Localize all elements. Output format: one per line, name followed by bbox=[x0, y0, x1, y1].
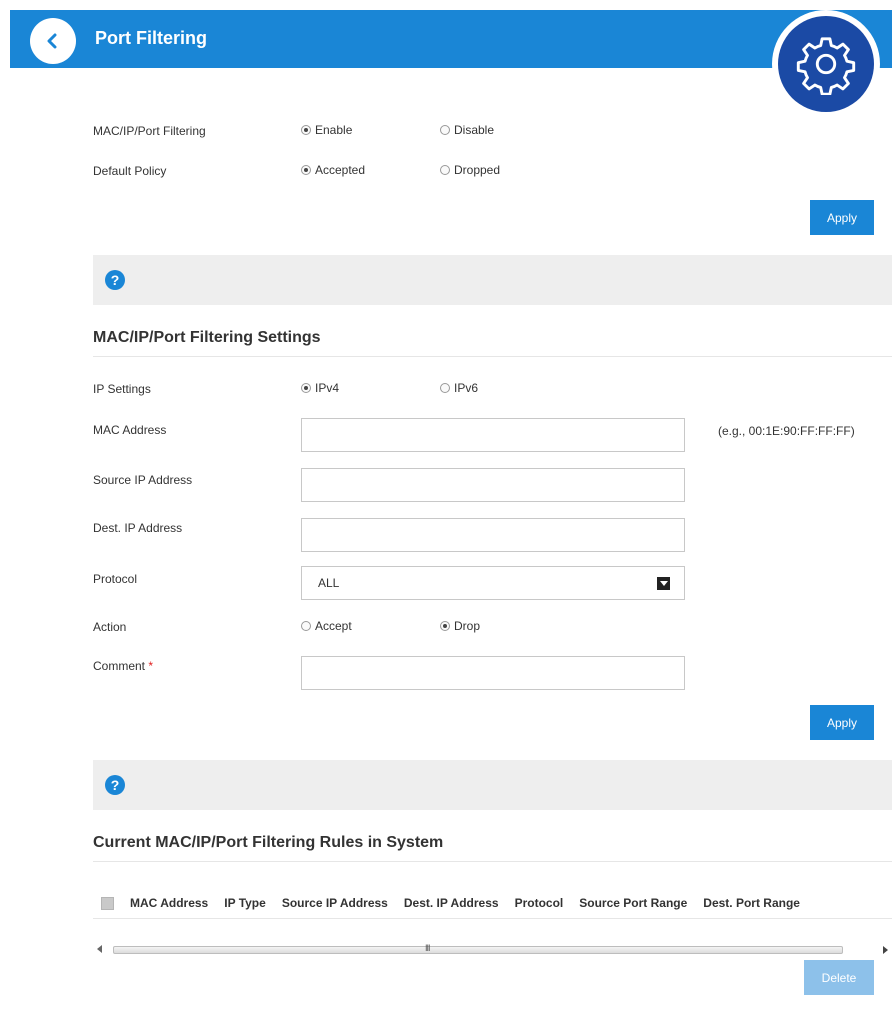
chevron-left-icon bbox=[47, 33, 57, 49]
mac-address-hint: (e.g., 00:1E:90:FF:FF:FF) bbox=[718, 424, 855, 438]
scroll-grip[interactable]: III bbox=[425, 943, 430, 953]
settings-badge bbox=[772, 10, 880, 118]
rules-section-title: Current MAC/IP/Port Filtering Rules in S… bbox=[93, 834, 444, 851]
gear-icon bbox=[796, 37, 856, 95]
radio-unchecked-icon bbox=[440, 125, 450, 135]
filtering-label: MAC/IP/Port Filtering bbox=[93, 124, 206, 138]
action-drop-radio[interactable]: Drop bbox=[440, 619, 480, 633]
help-icon[interactable]: ? bbox=[105, 270, 125, 290]
help-bar-rules: ? bbox=[93, 760, 892, 810]
action-drop-label: Drop bbox=[454, 619, 481, 633]
scroll-track[interactable] bbox=[113, 946, 843, 954]
filtering-enable-label: Enable bbox=[315, 123, 353, 137]
source-ip-label: Source IP Address bbox=[93, 473, 193, 487]
dest-ip-input[interactable] bbox=[301, 518, 685, 552]
column-header-dest-ip: Dest. IP Address bbox=[403, 896, 499, 910]
column-header-mac: MAC Address bbox=[130, 896, 209, 910]
apply-button-settings[interactable]: Apply bbox=[810, 705, 874, 740]
source-ip-input[interactable] bbox=[301, 468, 685, 502]
horizontal-scrollbar[interactable]: III bbox=[93, 943, 892, 957]
ip-settings-label: IP Settings bbox=[93, 382, 151, 396]
dest-ip-label: Dest. IP Address bbox=[93, 521, 183, 535]
section-divider bbox=[93, 356, 892, 357]
table-divider bbox=[93, 918, 892, 919]
mac-address-label: MAC Address bbox=[93, 423, 167, 437]
required-marker: * bbox=[148, 659, 154, 673]
radio-unchecked-icon bbox=[301, 621, 311, 631]
filtering-enable-radio[interactable]: Enable bbox=[301, 123, 352, 137]
comment-input[interactable] bbox=[301, 656, 685, 690]
column-header-source-ip: Source IP Address bbox=[281, 896, 388, 910]
policy-accepted-radio[interactable]: Accepted bbox=[301, 163, 365, 177]
section-divider bbox=[93, 861, 892, 862]
radio-unchecked-icon bbox=[440, 165, 450, 175]
policy-accepted-label: Accepted bbox=[315, 163, 366, 177]
protocol-select[interactable]: ALL bbox=[301, 566, 685, 600]
comment-label-text: Comment bbox=[93, 659, 146, 673]
column-header-ip-type: IP Type bbox=[224, 896, 266, 910]
radio-unchecked-icon bbox=[440, 383, 450, 393]
back-button[interactable] bbox=[30, 18, 76, 64]
radio-checked-icon bbox=[301, 125, 311, 135]
comment-label: Comment * bbox=[93, 659, 153, 673]
rules-table-header: MAC Address IP Type Source IP Address De… bbox=[93, 890, 892, 916]
help-bar-settings: ? bbox=[93, 255, 892, 305]
policy-dropped-label: Dropped bbox=[454, 163, 501, 177]
scroll-right-icon[interactable] bbox=[883, 946, 888, 954]
help-icon[interactable]: ? bbox=[105, 775, 125, 795]
ipv4-label: IPv4 bbox=[315, 381, 340, 395]
scroll-left-icon[interactable] bbox=[97, 945, 102, 953]
protocol-label: Protocol bbox=[93, 572, 138, 586]
select-all-checkbox[interactable] bbox=[101, 896, 114, 910]
protocol-selected-value: ALL bbox=[318, 576, 340, 590]
page-title: Port Filtering bbox=[95, 28, 207, 48]
ipv6-radio[interactable]: IPv6 bbox=[440, 381, 478, 395]
filtering-disable-radio[interactable]: Disable bbox=[440, 123, 494, 137]
delete-button[interactable]: Delete bbox=[804, 960, 874, 995]
radio-checked-icon bbox=[301, 383, 311, 393]
policy-label: Default Policy bbox=[93, 164, 167, 178]
ipv6-label: IPv6 bbox=[454, 381, 479, 395]
apply-button-global[interactable]: Apply bbox=[810, 200, 874, 235]
column-header-source-port: Source Port Range bbox=[579, 896, 688, 910]
mac-address-input[interactable] bbox=[301, 418, 685, 452]
radio-checked-icon bbox=[301, 165, 311, 175]
action-accept-label: Accept bbox=[315, 619, 352, 633]
settings-section-title: MAC/IP/Port Filtering Settings bbox=[93, 329, 321, 346]
ipv4-radio[interactable]: IPv4 bbox=[301, 381, 339, 395]
policy-dropped-radio[interactable]: Dropped bbox=[440, 163, 500, 177]
dropdown-arrow-icon bbox=[657, 577, 670, 590]
radio-checked-icon bbox=[440, 621, 450, 631]
column-header-protocol: Protocol bbox=[514, 896, 564, 910]
filtering-disable-label: Disable bbox=[454, 123, 495, 137]
action-accept-radio[interactable]: Accept bbox=[301, 619, 352, 633]
action-label: Action bbox=[93, 620, 127, 634]
column-header-dest-port: Dest. Port Range bbox=[703, 896, 800, 910]
